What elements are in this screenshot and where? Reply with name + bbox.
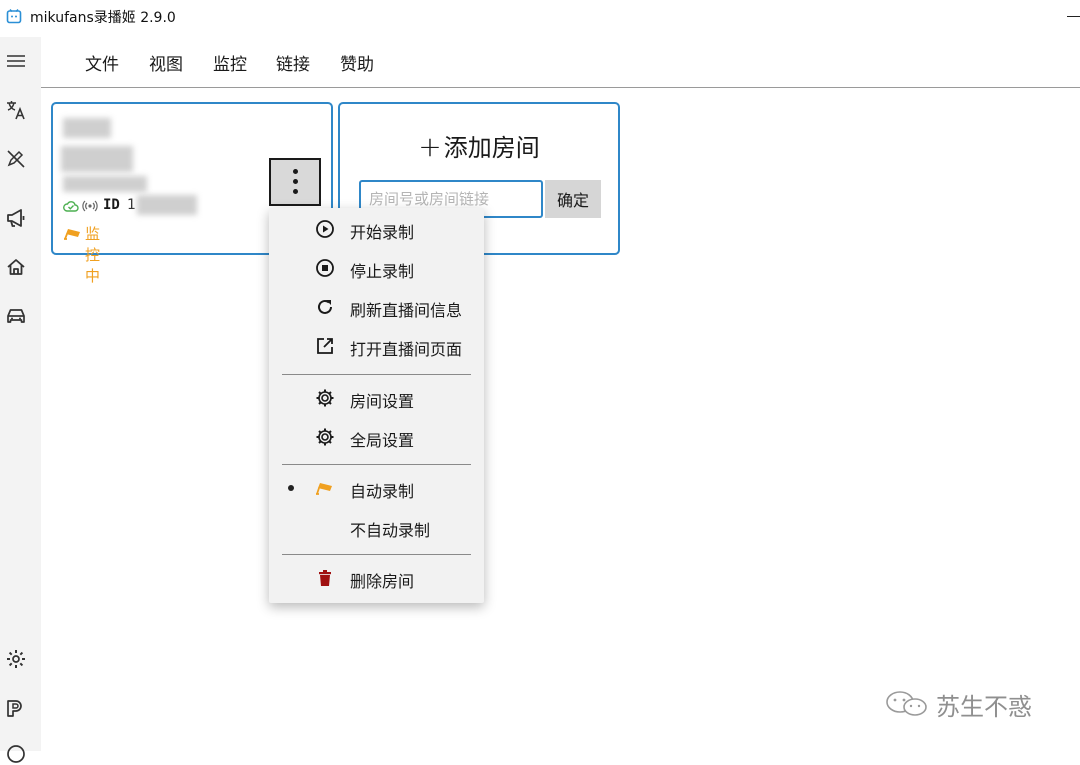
stop-circle-icon <box>316 259 334 277</box>
menu-item-label: 开始录制 <box>350 223 415 242</box>
blurred-room-id <box>137 195 197 215</box>
live-signal-icon <box>82 200 98 212</box>
menu-item-label: 不自动录制 <box>350 521 431 540</box>
megaphone-icon[interactable] <box>5 207 27 229</box>
cctv-camera-icon <box>316 483 332 495</box>
cctv-camera-icon <box>64 229 80 240</box>
menu-separator <box>282 554 471 555</box>
cloud-check-icon <box>63 201 79 212</box>
menu-item-label: 打开直播间页面 <box>350 340 463 359</box>
minimize-button[interactable] <box>1060 0 1080 34</box>
menu-view[interactable]: 视图 <box>149 50 183 75</box>
menu-item-stop-record[interactable]: 停止录制 <box>269 249 484 287</box>
menu-icon[interactable] <box>5 50 27 72</box>
menu-item-label: 房间设置 <box>350 392 415 411</box>
play-circle-icon <box>316 220 334 238</box>
menu-item-delete-room[interactable]: 删除房间 <box>269 559 484 597</box>
menu-item-label: 删除房间 <box>350 572 415 591</box>
window-title: mikufans录播姬 2.9.0 <box>30 10 176 26</box>
menu-item-start-record[interactable]: 开始录制 <box>269 210 484 248</box>
settings-icon[interactable] <box>5 648 27 670</box>
menu-sponsor[interactable]: 赞助 <box>340 50 374 75</box>
gear-icon <box>316 389 334 407</box>
room-id-value: 1 <box>127 197 136 213</box>
watermark-text: 苏生不惑 <box>936 693 1032 721</box>
menu-file[interactable]: 文件 <box>85 50 119 75</box>
menu-separator <box>282 374 471 375</box>
home-icon[interactable] <box>5 256 27 278</box>
menu-item-label: 刷新直播间信息 <box>350 301 463 320</box>
monitor-status-text: 监控中 <box>85 225 101 285</box>
info-icon[interactable] <box>5 743 27 765</box>
more-options-button[interactable] <box>269 158 321 206</box>
menu-item-label: 自动录制 <box>350 482 415 501</box>
confirm-button[interactable]: 确定 <box>545 180 601 218</box>
menu-item-refresh-info[interactable]: 刷新直播间信息 <box>269 288 484 326</box>
menu-item-label: 停止录制 <box>350 262 415 281</box>
menu-item-global-settings[interactable]: 全局设置 <box>269 418 484 456</box>
translate-icon[interactable] <box>5 99 27 121</box>
menu-item-auto-record[interactable]: 自动录制 <box>269 469 484 507</box>
menu-separator <box>282 464 471 465</box>
open-external-icon <box>317 338 333 354</box>
title-bar: mikufans录播姬 2.9.0 <box>0 0 1080 34</box>
menu-item-room-settings[interactable]: 房间设置 <box>269 379 484 417</box>
blurred-room-title <box>63 118 111 138</box>
sidebar <box>0 37 41 763</box>
selected-radio-dot <box>288 485 294 491</box>
plus-icon: + <box>418 130 442 163</box>
add-room-title-text: 添加房间 <box>443 134 540 162</box>
add-room-title: +添加房间 <box>340 128 618 163</box>
trash-icon <box>319 570 331 586</box>
menu-item-label: 全局设置 <box>350 431 415 450</box>
menu-link[interactable]: 链接 <box>276 50 310 75</box>
room-context-menu: 开始录制 停止录制 刷新直播间信息 打开直播间页面 房间设置 全局设置 自动录制… <box>269 208 484 603</box>
parking-icon[interactable] <box>5 697 27 719</box>
menu-item-open-page[interactable]: 打开直播间页面 <box>269 327 484 365</box>
refresh-icon <box>318 299 332 314</box>
app-logo-icon <box>6 9 22 24</box>
menu-item-no-auto-record[interactable]: 不自动录制 <box>269 508 484 546</box>
blurred-room-info <box>63 176 147 192</box>
menu-monitor[interactable]: 监控 <box>213 50 247 75</box>
edit-off-icon[interactable] <box>5 148 27 170</box>
car-icon[interactable] <box>5 305 27 327</box>
blurred-room-name <box>61 146 133 172</box>
gear-icon <box>316 428 334 446</box>
room-id-label: ID <box>103 197 120 213</box>
menu-bar: 文件 视图 监控 链接 赞助 <box>41 37 1080 88</box>
wechat-icon <box>886 691 927 716</box>
